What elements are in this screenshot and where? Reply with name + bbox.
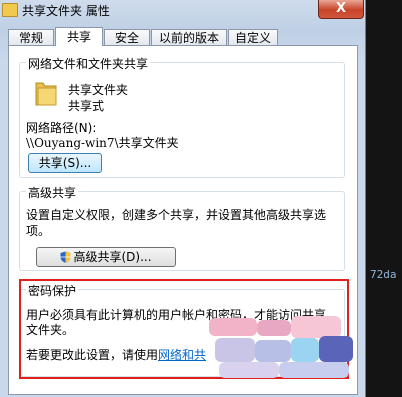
advanced-description-line2: 项。	[26, 224, 51, 238]
background-window: 72da	[366, 0, 402, 397]
network-path-value: \\Ouyang-win7\共享文件夹	[26, 136, 179, 150]
title-bar: 共享文件夹 属性 X	[0, 0, 366, 22]
share-state: 共享式	[68, 99, 105, 113]
group-title: 高级共享	[26, 184, 79, 201]
tab-general[interactable]: 常规	[8, 29, 54, 45]
close-button[interactable]: X	[318, 0, 364, 19]
advanced-share-button[interactable]: 高级共享(D)...	[36, 247, 176, 267]
group-title: 网络文件和文件夹共享	[26, 55, 151, 72]
tab-previous-versions[interactable]: 以前的版本	[151, 29, 227, 45]
properties-dialog: 共享文件夹 属性 X 常规 共享 安全 以前的版本 自定义 网络文件和文件夹共享…	[0, 0, 366, 397]
tab-security[interactable]: 安全	[104, 29, 150, 45]
advanced-share-button-label: 高级共享(D)...	[73, 250, 152, 264]
uac-shield-icon	[60, 251, 71, 263]
tab-customize[interactable]: 自定义	[228, 29, 278, 45]
advanced-description-line1: 设置自定义权限，创建多个共享，并设置其他高级共享选	[26, 208, 327, 222]
shared-folder-icon	[35, 82, 57, 106]
window-title: 共享文件夹 属性	[22, 4, 110, 18]
folder-name: 共享文件夹	[68, 83, 129, 97]
folder-icon	[2, 3, 18, 17]
advanced-share-group: 高级共享 设置自定义权限，创建多个共享，并设置其他高级共享选 项。 高级共享(D…	[19, 184, 345, 271]
sharing-tab-panel: 网络文件和文件夹共享 共享文件夹 共享式 网络路径(N): \\Ouyang-w…	[8, 45, 358, 395]
network-share-group: 网络文件和文件夹共享 共享文件夹 共享式 网络路径(N): \\Ouyang-w…	[19, 55, 345, 178]
share-button[interactable]: 共享(S)...	[28, 153, 102, 173]
background-text: 72da	[370, 268, 397, 281]
tab-sharing[interactable]: 共享	[55, 27, 103, 46]
